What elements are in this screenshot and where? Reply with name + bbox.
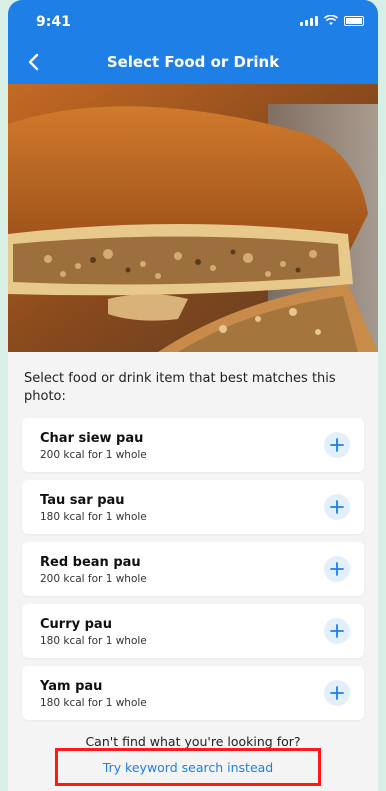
instruction-text: Select food or drink item that best matc…	[24, 371, 336, 404]
add-item-button[interactable]	[324, 432, 350, 458]
signal-icon	[300, 15, 318, 26]
keyword-search-highlight: Try keyword search instead	[55, 748, 321, 786]
plus-icon	[330, 686, 344, 700]
plus-icon	[330, 562, 344, 576]
plus-icon	[330, 624, 344, 638]
food-name: Char siew pau	[40, 431, 144, 446]
list-item[interactable]: Yam pau 180 kcal for 1 whole	[22, 666, 364, 720]
food-calories: 180 kcal for 1 whole	[40, 511, 147, 523]
plus-icon	[330, 500, 344, 514]
nav-bar: Select Food or Drink	[8, 40, 378, 84]
food-name: Tau sar pau	[40, 493, 125, 508]
list-item[interactable]: Tau sar pau 180 kcal for 1 whole	[22, 480, 364, 534]
wifi-icon	[324, 15, 338, 25]
food-calories: 200 kcal for 1 whole	[40, 573, 147, 585]
phone-screen: 9:41 Select Food or Drink Select food or…	[8, 0, 378, 791]
content-area: Select food or drink item that best matc…	[8, 352, 378, 749]
food-name: Yam pau	[40, 679, 103, 694]
add-item-button[interactable]	[324, 680, 350, 706]
plus-icon	[330, 438, 344, 452]
food-name: Curry pau	[40, 617, 112, 632]
food-name: Red bean pau	[40, 555, 141, 570]
battery-icon	[344, 15, 364, 26]
list-item[interactable]: Char siew pau 200 kcal for 1 whole	[22, 418, 364, 472]
status-time: 9:41	[36, 14, 71, 30]
food-calories: 180 kcal for 1 whole	[40, 635, 147, 647]
list-item[interactable]: Curry pau 180 kcal for 1 whole	[22, 604, 364, 658]
status-bar: 9:41	[8, 0, 378, 40]
food-calories: 180 kcal for 1 whole	[40, 697, 147, 709]
food-list: Char siew pau 200 kcal for 1 whole Tau s…	[22, 418, 364, 720]
food-photo	[8, 84, 378, 352]
add-item-button[interactable]	[324, 556, 350, 582]
page-title: Select Food or Drink	[106, 53, 280, 71]
add-item-button[interactable]	[324, 494, 350, 520]
no-match-question: Can't find what you're looking for?	[85, 734, 301, 749]
list-item[interactable]: Red bean pau 200 kcal for 1 whole	[22, 542, 364, 596]
keyword-search-link[interactable]: Try keyword search instead	[103, 760, 273, 775]
food-calories: 200 kcal for 1 whole	[40, 449, 147, 461]
add-item-button[interactable]	[324, 618, 350, 644]
status-icons	[300, 15, 364, 26]
